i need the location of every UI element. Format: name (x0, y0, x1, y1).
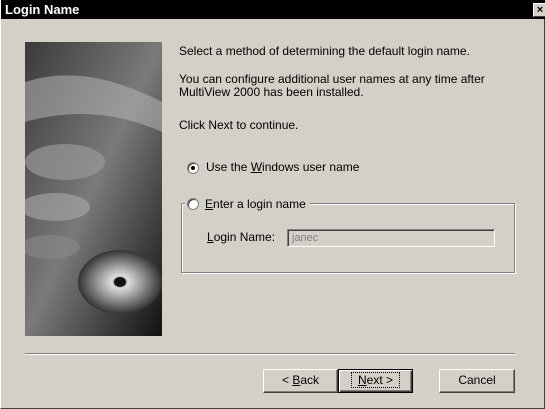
login-name-radio[interactable] (187, 198, 199, 210)
next-button[interactable]: Next > (338, 369, 413, 393)
next-button-focus: Next > (350, 372, 401, 388)
back-button[interactable]: < Back (263, 369, 338, 393)
windows-user-label[interactable]: Use the Windows user name (206, 161, 359, 174)
intro-line-2b: MultiView 2000 has been installed. (179, 85, 364, 99)
back-button-post: ack (300, 373, 320, 387)
login-name-field-label: Login Name: (207, 231, 275, 244)
wizard-side-image (25, 42, 162, 336)
login-name-input[interactable]: janec (287, 229, 495, 247)
login-name-option-accel: E (205, 197, 214, 211)
back-button-pre: < (281, 373, 293, 387)
title-bar[interactable]: Login Name × (1, 0, 545, 19)
intro-line-3: Click Next to continue. (179, 118, 299, 132)
windows-user-radio[interactable] (187, 162, 199, 174)
login-name-option-label: Enter a login name (205, 197, 306, 211)
login-name-option-post: nter a login name (213, 197, 306, 211)
window-title: Login Name (5, 2, 80, 17)
next-button-post: ext > (366, 373, 394, 387)
button-separator (25, 353, 515, 355)
intro-line-1: Select a method of determining the defau… (179, 44, 470, 58)
next-button-accel: N (357, 373, 367, 387)
login-name-dialog: Login Name × Select a method of determin… (0, 0, 545, 409)
cancel-button[interactable]: Cancel (439, 369, 515, 393)
close-button[interactable]: × (533, 3, 545, 17)
close-icon: × (536, 4, 544, 16)
windows-user-label-accel: W (250, 160, 263, 174)
windows-user-label-post: indows user name (262, 160, 360, 174)
login-name-field-accel: L (207, 230, 214, 244)
windows-user-label-pre: Use the (206, 160, 251, 174)
login-name-field-label-post: ogin Name: (213, 230, 276, 244)
login-name-option[interactable]: Enter a login name (185, 197, 310, 211)
